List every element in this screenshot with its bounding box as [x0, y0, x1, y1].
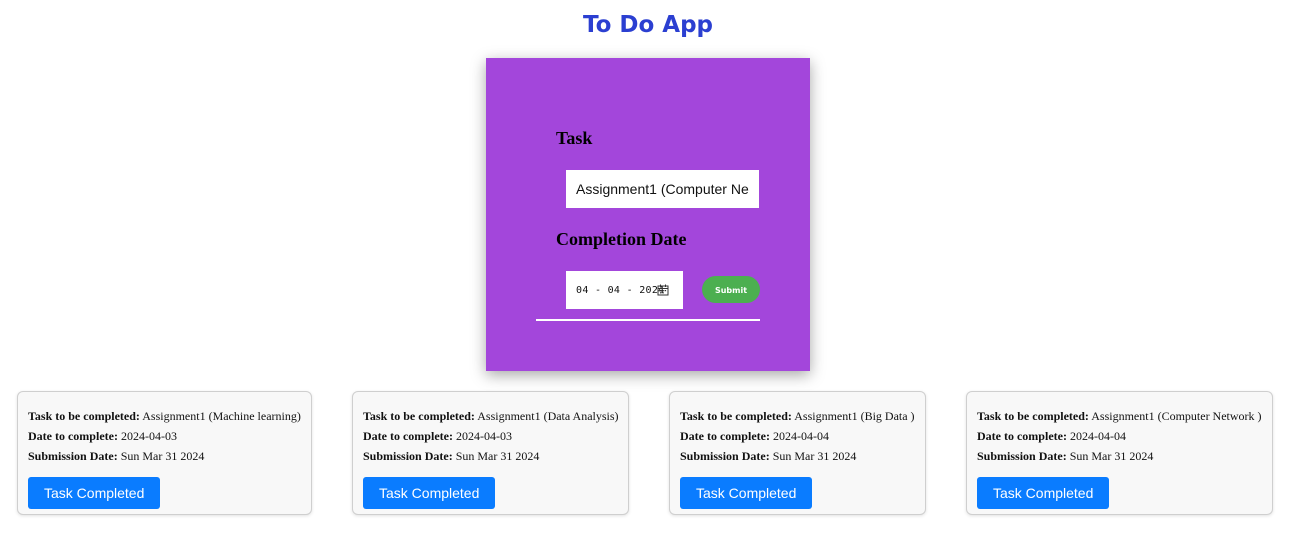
task-submission-line: Submission Date: Sun Mar 31 2024: [977, 446, 1272, 466]
completion-date-input[interactable]: 04 - 04 - 2024: [566, 271, 683, 309]
task-submission-line: Submission Date: Sun Mar 31 2024: [363, 446, 628, 466]
task-name-value: Assignment1 (Machine learning): [142, 409, 301, 423]
task-submission-value: Sun Mar 31 2024: [455, 449, 540, 463]
task-date-label: Date to complete:: [977, 429, 1067, 443]
task-completed-button[interactable]: Task Completed: [28, 477, 161, 509]
task-form: Task Completion Date 04 - 04 - 2024 Subm…: [486, 58, 810, 371]
task-date-value: 2024-04-03: [120, 429, 177, 443]
task-name-value: Assignment1 (Computer Network ): [1091, 409, 1262, 423]
app-title: To Do App: [582, 12, 714, 38]
task-submission-label: Submission Date:: [363, 449, 453, 463]
task-submission-value: Sun Mar 31 2024: [120, 449, 205, 463]
task-date-line: Date to complete: 2024-04-04: [977, 426, 1272, 446]
submit-button[interactable]: Submit: [702, 276, 760, 303]
task-submission-label: Submission Date:: [28, 449, 118, 463]
task-name-line: Task to be completed: Assignment1 (Big D…: [680, 406, 925, 426]
task-input[interactable]: [566, 170, 759, 208]
task-date-label: Date to complete:: [363, 429, 453, 443]
task-name-label: Task to be completed:: [680, 409, 792, 423]
task-completed-button[interactable]: Task Completed: [680, 477, 813, 509]
task-name-value: Assignment1 (Data Analysis): [477, 409, 619, 423]
task-name-line: Task to be completed: Assignment1 (Machi…: [28, 406, 311, 426]
task-submission-line: Submission Date: Sun Mar 31 2024: [28, 446, 311, 466]
task-submission-line: Submission Date: Sun Mar 31 2024: [680, 446, 925, 466]
task-completed-button[interactable]: Task Completed: [363, 477, 496, 509]
task-date-value: 2024-04-04: [1069, 429, 1126, 443]
task-submission-label: Submission Date:: [680, 449, 770, 463]
task-date-line: Date to complete: 2024-04-03: [363, 426, 628, 446]
form-divider: [536, 319, 760, 321]
task-name-label: Task to be completed:: [363, 409, 475, 423]
task-name-line: Task to be completed: Assignment1 (Data …: [363, 406, 628, 426]
task-name-label: Task to be completed:: [28, 409, 140, 423]
task-card: Task to be completed: Assignment1 (Big D…: [669, 391, 926, 515]
task-date-line: Date to complete: 2024-04-03: [28, 426, 311, 446]
completion-date-label: Completion Date: [556, 229, 687, 249]
task-card: Task to be completed: Assignment1 (Machi…: [17, 391, 312, 515]
task-submission-value: Sun Mar 31 2024: [772, 449, 857, 463]
task-date-label: Date to complete:: [28, 429, 118, 443]
task-completed-button[interactable]: Task Completed: [977, 477, 1110, 509]
task-label: Task: [556, 128, 593, 148]
task-name-value: Assignment1 (Big Data ): [794, 409, 915, 423]
task-date-value: 2024-04-03: [455, 429, 512, 443]
task-date-label: Date to complete:: [680, 429, 770, 443]
task-name-label: Task to be completed:: [977, 409, 1089, 423]
task-card: Task to be completed: Assignment1 (Compu…: [966, 391, 1273, 515]
task-name-line: Task to be completed: Assignment1 (Compu…: [977, 406, 1272, 426]
task-card: Task to be completed: Assignment1 (Data …: [352, 391, 629, 515]
task-submission-value: Sun Mar 31 2024: [1069, 449, 1154, 463]
task-date-value: 2024-04-04: [772, 429, 829, 443]
task-submission-label: Submission Date:: [977, 449, 1067, 463]
calendar-icon[interactable]: [657, 284, 669, 296]
date-value: 04 - 04 - 2024: [576, 284, 665, 296]
task-date-line: Date to complete: 2024-04-04: [680, 426, 925, 446]
